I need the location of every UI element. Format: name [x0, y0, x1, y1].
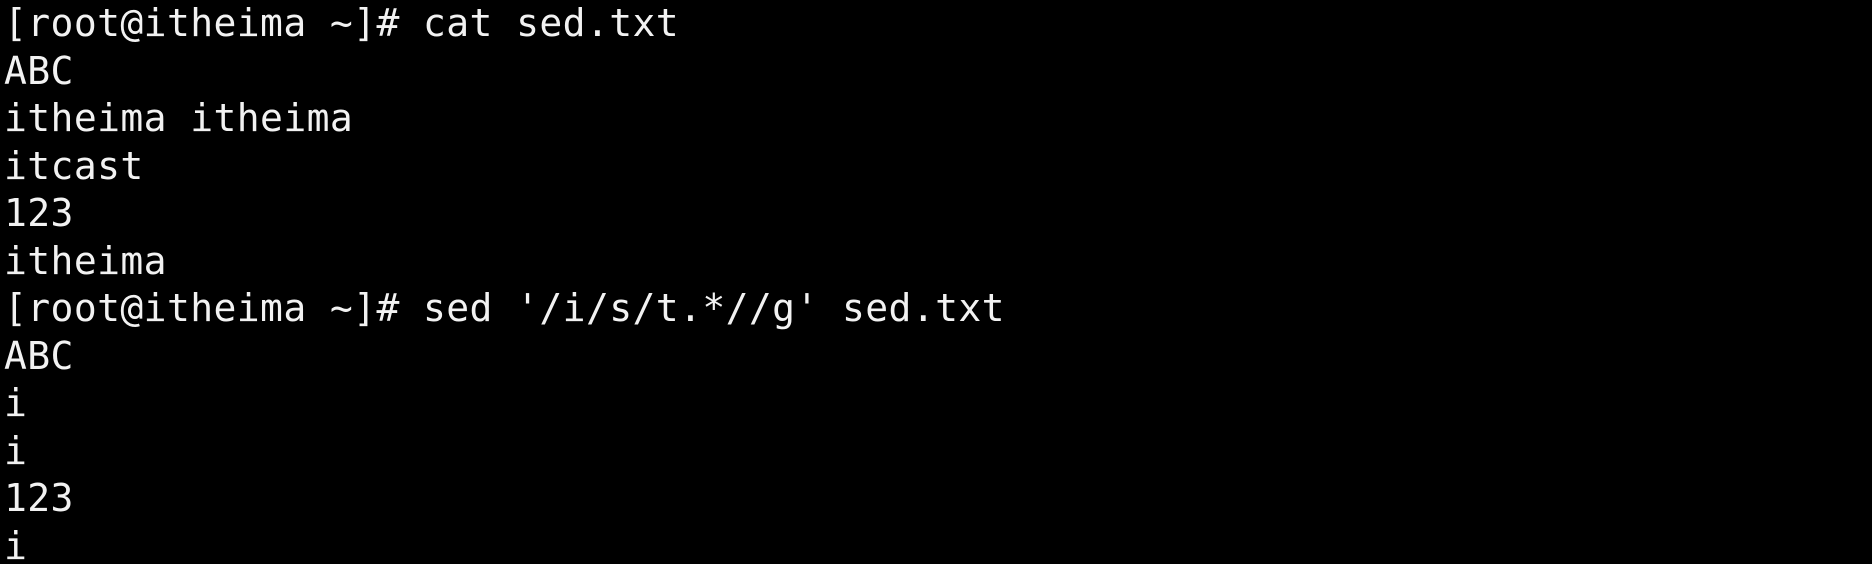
output-line: i: [4, 523, 28, 564]
prompt-line-sed-command: [root@itheima ~]# sed '/i/s/t.*//g' sed.…: [4, 286, 1005, 330]
output-line: itheima: [4, 238, 167, 283]
output-line: ABC: [4, 48, 74, 93]
output-line: itheima itheima: [4, 96, 354, 140]
output-line: ABC: [4, 333, 74, 378]
output-line: 123: [4, 191, 74, 235]
output-line: 123: [4, 476, 74, 520]
output-line: itcast: [4, 143, 144, 188]
output-line: i: [4, 381, 28, 425]
terminal-window[interactable]: [root@itheima ~]# cat sed.txt ABC itheim…: [0, 0, 1872, 564]
output-line: i: [4, 428, 28, 473]
prompt-line-cat-command: [root@itheima ~]# cat sed.txt: [4, 1, 680, 45]
